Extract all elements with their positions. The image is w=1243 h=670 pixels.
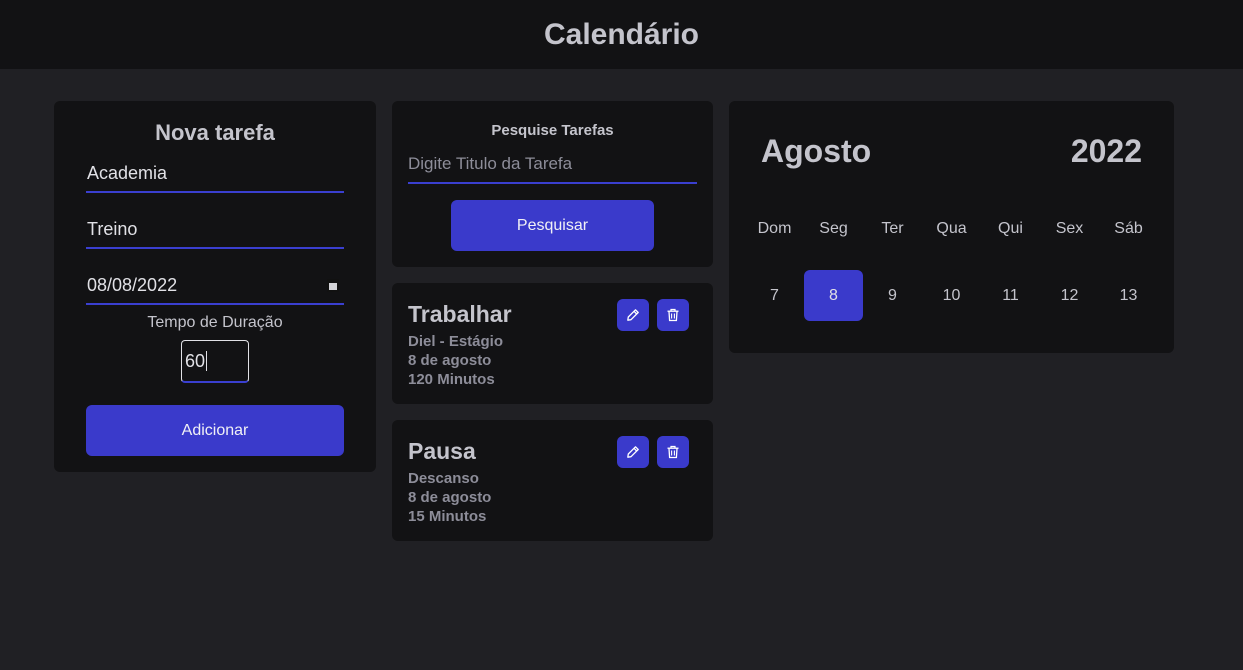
task-date: 8 de agosto — [408, 489, 492, 506]
task-description-value: Treino — [87, 219, 138, 239]
task-date: 8 de agosto — [408, 352, 492, 369]
weekday-label: Qua — [936, 220, 967, 237]
task-description: Diel - Estágio — [408, 333, 504, 350]
calendar-day-selected[interactable]: 8 — [804, 270, 863, 321]
search-button[interactable]: Pesquisar — [451, 200, 654, 251]
weekday-header: Dom Seg Ter Qua Qui Sex Sáb — [745, 219, 1158, 239]
task-name: Trabalhar — [408, 301, 512, 327]
weekday-label: Ter — [881, 220, 904, 237]
calendar-day[interactable]: 11 — [981, 270, 1040, 321]
calendar-card: Agosto 2022 Dom Seg Ter Qua Qui Sex Sáb … — [729, 101, 1174, 353]
edit-task-button[interactable] — [617, 299, 649, 331]
trash-icon — [667, 308, 679, 322]
weekday-label: Qui — [998, 220, 1023, 237]
calendar-picker-icon[interactable] — [327, 279, 339, 292]
calendar-day[interactable]: 12 — [1040, 270, 1099, 321]
search-card: Pesquise Tarefas Digite Titulo da Tarefa… — [392, 101, 713, 267]
task-date-value: 08/08/2022 — [87, 275, 178, 295]
task-title-input[interactable]: Academia — [86, 156, 344, 193]
new-task-title: Nova tarefa — [155, 120, 275, 145]
search-input[interactable]: Digite Titulo da Tarefa — [408, 145, 697, 184]
weekday-label: Dom — [757, 220, 792, 237]
calendar-day[interactable]: 10 — [922, 270, 981, 321]
app-header: Calendário — [0, 0, 1243, 69]
search-placeholder: Digite Titulo da Tarefa — [408, 153, 573, 173]
task-date-input[interactable]: 08/08/2022 — [86, 268, 344, 305]
duration-input[interactable]: 60 — [181, 340, 249, 383]
calendar-day[interactable]: 9 — [863, 270, 922, 321]
weekday-label: Seg — [819, 220, 848, 237]
pencil-icon — [627, 309, 639, 321]
edit-task-button[interactable] — [617, 436, 649, 468]
calendar-year: 2022 — [1070, 133, 1142, 169]
calendar-month: Agosto — [761, 133, 872, 169]
task-card: Pausa Descanso 8 de agosto 15 Minutos — [392, 420, 713, 541]
new-task-card: Nova tarefa Academia Treino 08/08/2022 T… — [54, 101, 376, 472]
calendar-day[interactable]: 7 — [745, 270, 804, 321]
task-meta: Descanso 8 de agosto 15 Minutos — [408, 469, 491, 526]
task-card: Trabalhar Diel - Estágio 8 de agosto 120… — [392, 283, 713, 404]
task-description: Descanso — [408, 470, 479, 487]
add-task-button[interactable]: Adicionar — [86, 405, 344, 456]
task-name: Pausa — [408, 438, 476, 464]
pencil-icon — [627, 446, 639, 458]
delete-task-button[interactable] — [657, 299, 689, 331]
duration-label: Tempo de Duração — [147, 314, 283, 331]
text-caret — [206, 351, 208, 371]
calendar-days-row: 7 8 9 10 11 12 13 — [745, 270, 1158, 321]
task-meta: Diel - Estágio 8 de agosto 120 Minutos — [408, 332, 503, 389]
task-duration: 120 Minutos — [408, 371, 495, 388]
weekday-label: Sáb — [1114, 220, 1143, 237]
search-title: Pesquise Tarefas — [491, 122, 614, 139]
task-duration: 15 Minutos — [408, 508, 487, 525]
calendar-day[interactable]: 13 — [1099, 270, 1158, 321]
task-title-value: Academia — [87, 163, 168, 183]
weekday-label: Sex — [1055, 220, 1084, 237]
trash-icon — [667, 445, 679, 459]
duration-value: 60 — [185, 350, 206, 371]
page-title: Calendário — [543, 17, 700, 51]
delete-task-button[interactable] — [657, 436, 689, 468]
task-description-input[interactable]: Treino — [86, 212, 344, 249]
